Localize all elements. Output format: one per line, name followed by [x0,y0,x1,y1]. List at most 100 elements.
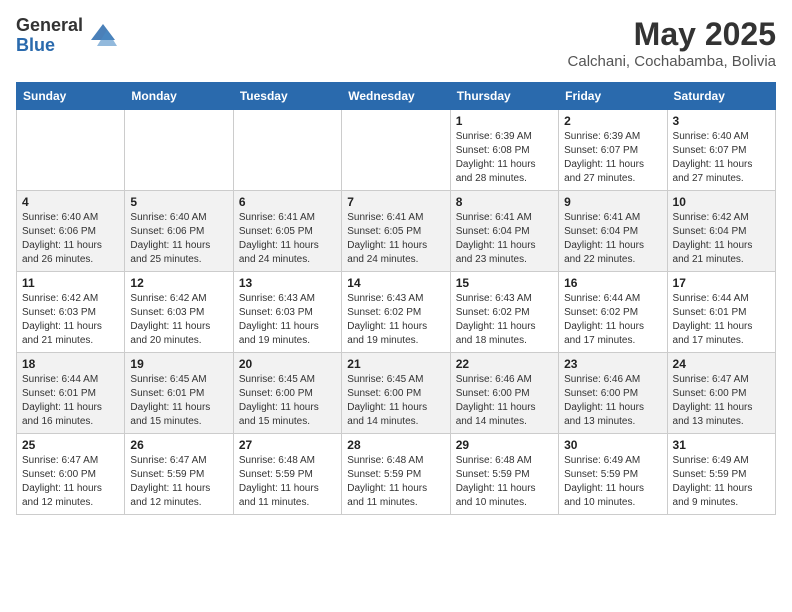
calendar-cell: 1Sunrise: 6:39 AM Sunset: 6:08 PM Daylig… [450,110,558,191]
cell-day-number: 22 [456,357,553,371]
cell-info: Sunrise: 6:48 AM Sunset: 5:59 PM Dayligh… [347,454,444,510]
calendar-cell: 29 Sunrise: 6:48 AM Sunset: 5:59 PM Dayli… [450,434,558,515]
cell-info: Sunrise: 6:41 AM Sunset: 6:05 PM Dayligh… [347,211,444,267]
page-header: General Blue May 2025 Calchani, Cochabam… [16,16,776,70]
cell-day-number: 24 [673,357,770,371]
cell-info: Sunrise: 6:41 AM Sunset: 6:04 PM Dayligh… [456,211,553,267]
cell-day-number: 25 [22,438,119,452]
calendar-cell: 10 Sunrise: 6:42 AM Sunset: 6:04 PM Dayli… [667,191,775,272]
calendar-cell: 30 Sunrise: 6:49 AM Sunset: 5:59 PM Dayli… [559,434,667,515]
cell-day-number: 30 [564,438,661,452]
cell-info: Sunrise: 6:48 AM Sunset: 5:59 PM Dayligh… [239,454,336,510]
cell-info: Sunrise: 6:49 AM Sunset: 5:59 PM Dayligh… [564,454,661,510]
logo-general: General [16,16,83,36]
calendar-cell: 27 Sunrise: 6:48 AM Sunset: 5:59 PM Dayli… [233,434,341,515]
calendar-table: SundayMondayTuesdayWednesdayThursdayFrid… [16,82,776,515]
day-of-week-header: Monday [125,83,233,110]
cell-info: Sunrise: 6:39 AM Sunset: 6:07 PM Dayligh… [564,130,661,186]
logo-blue: Blue [16,36,83,56]
day-of-week-header: Tuesday [233,83,341,110]
calendar-cell: 28 Sunrise: 6:48 AM Sunset: 5:59 PM Dayli… [342,434,450,515]
logo-icon [87,20,119,52]
cell-info: Sunrise: 6:41 AM Sunset: 6:05 PM Dayligh… [239,211,336,267]
cell-day-number: 14 [347,276,444,290]
cell-day-number: 31 [673,438,770,452]
cell-day-number: 9 [564,195,661,209]
day-of-week-header: Friday [559,83,667,110]
cell-day-number: 17 [673,276,770,290]
calendar-cell: 17Sunrise: 6:44 AM Sunset: 6:01 PM Dayli… [667,272,775,353]
cell-day-number: 4 [22,195,119,209]
calendar-cell: 8 Sunrise: 6:41 AM Sunset: 6:04 PM Daylig… [450,191,558,272]
day-of-week-header: Wednesday [342,83,450,110]
cell-info: Sunrise: 6:43 AM Sunset: 6:02 PM Dayligh… [347,292,444,348]
cell-info: Sunrise: 6:45 AM Sunset: 6:00 PM Dayligh… [239,373,336,429]
calendar-cell: 12 Sunrise: 6:42 AM Sunset: 6:03 PM Dayli… [125,272,233,353]
cell-info: Sunrise: 6:49 AM Sunset: 5:59 PM Dayligh… [673,454,770,510]
cell-day-number: 19 [130,357,227,371]
calendar-cell: 4Sunrise: 6:40 AM Sunset: 6:06 PM Daylig… [17,191,125,272]
calendar-cell: 23 Sunrise: 6:46 AM Sunset: 6:00 PM Dayli… [559,353,667,434]
logo-text: General Blue [16,16,83,56]
cell-info: Sunrise: 6:45 AM Sunset: 6:00 PM Dayligh… [347,373,444,429]
calendar-cell: 15 Sunrise: 6:43 AM Sunset: 6:02 PM Dayli… [450,272,558,353]
cell-info: Sunrise: 6:40 AM Sunset: 6:06 PM Dayligh… [130,211,227,267]
cell-info: Sunrise: 6:42 AM Sunset: 6:03 PM Dayligh… [22,292,119,348]
calendar-cell: 3Sunrise: 6:40 AM Sunset: 6:07 PM Daylig… [667,110,775,191]
cell-day-number: 20 [239,357,336,371]
cell-info: Sunrise: 6:46 AM Sunset: 6:00 PM Dayligh… [456,373,553,429]
cell-day-number: 5 [130,195,227,209]
calendar-week-row: 18Sunrise: 6:44 AM Sunset: 6:01 PM Dayli… [17,353,776,434]
calendar-cell: 5 Sunrise: 6:40 AM Sunset: 6:06 PM Daylig… [125,191,233,272]
calendar-cell: 19 Sunrise: 6:45 AM Sunset: 6:01 PM Dayli… [125,353,233,434]
calendar-cell [125,110,233,191]
cell-day-number: 27 [239,438,336,452]
cell-info: Sunrise: 6:47 AM Sunset: 5:59 PM Dayligh… [130,454,227,510]
title-block: May 2025 Calchani, Cochabamba, Bolivia [568,16,776,70]
cell-day-number: 15 [456,276,553,290]
cell-day-number: 8 [456,195,553,209]
cell-day-number: 7 [347,195,444,209]
cell-day-number: 23 [564,357,661,371]
calendar-cell: 9Sunrise: 6:41 AM Sunset: 6:04 PM Daylig… [559,191,667,272]
cell-info: Sunrise: 6:43 AM Sunset: 6:02 PM Dayligh… [456,292,553,348]
cell-info: Sunrise: 6:47 AM Sunset: 6:00 PM Dayligh… [22,454,119,510]
day-of-week-header: Saturday [667,83,775,110]
cell-info: Sunrise: 6:47 AM Sunset: 6:00 PM Dayligh… [673,373,770,429]
calendar-cell: 13Sunrise: 6:43 AM Sunset: 6:03 PM Dayli… [233,272,341,353]
cell-day-number: 13 [239,276,336,290]
calendar-cell: 20 Sunrise: 6:45 AM Sunset: 6:00 PM Dayli… [233,353,341,434]
calendar-cell: 24 Sunrise: 6:47 AM Sunset: 6:00 PM Dayli… [667,353,775,434]
cell-info: Sunrise: 6:46 AM Sunset: 6:00 PM Dayligh… [564,373,661,429]
day-of-week-header: Sunday [17,83,125,110]
calendar-cell: 6Sunrise: 6:41 AM Sunset: 6:05 PM Daylig… [233,191,341,272]
cell-day-number: 18 [22,357,119,371]
cell-info: Sunrise: 6:48 AM Sunset: 5:59 PM Dayligh… [456,454,553,510]
cell-day-number: 26 [130,438,227,452]
calendar-cell: 16 Sunrise: 6:44 AM Sunset: 6:02 PM Dayli… [559,272,667,353]
cell-day-number: 16 [564,276,661,290]
cell-info: Sunrise: 6:45 AM Sunset: 6:01 PM Dayligh… [130,373,227,429]
cell-info: Sunrise: 6:44 AM Sunset: 6:02 PM Dayligh… [564,292,661,348]
cell-day-number: 21 [347,357,444,371]
cell-info: Sunrise: 6:42 AM Sunset: 6:04 PM Dayligh… [673,211,770,267]
calendar-week-row: 11Sunrise: 6:42 AM Sunset: 6:03 PM Dayli… [17,272,776,353]
calendar-header-row: SundayMondayTuesdayWednesdayThursdayFrid… [17,83,776,110]
calendar-cell: 2 Sunrise: 6:39 AM Sunset: 6:07 PM Daylig… [559,110,667,191]
cell-day-number: 28 [347,438,444,452]
cell-day-number: 1 [456,114,553,128]
cell-day-number: 2 [564,114,661,128]
cell-day-number: 29 [456,438,553,452]
calendar-cell [342,110,450,191]
calendar-week-row: 4 Sunrise: 6:40 AM Sunset: 6:06 PM Daylig… [17,191,776,272]
calendar-cell: 22 Sunrise: 6:46 AM Sunset: 6:00 PM Dayli… [450,353,558,434]
calendar-cell: 21 Sunrise: 6:45 AM Sunset: 6:00 PM Dayli… [342,353,450,434]
location-subtitle: Calchani, Cochabamba, Bolivia [568,53,776,70]
calendar-cell: 31 Sunrise: 6:49 AM Sunset: 5:59 PM Dayli… [667,434,775,515]
month-title: May 2025 [568,16,776,53]
calendar-week-row: 25 Sunrise: 6:47 AM Sunset: 6:00 PM Dayli… [17,434,776,515]
cell-day-number: 12 [130,276,227,290]
calendar-cell: 7 Sunrise: 6:41 AM Sunset: 6:05 PM Daylig… [342,191,450,272]
cell-info: Sunrise: 6:42 AM Sunset: 6:03 PM Dayligh… [130,292,227,348]
cell-day-number: 10 [673,195,770,209]
